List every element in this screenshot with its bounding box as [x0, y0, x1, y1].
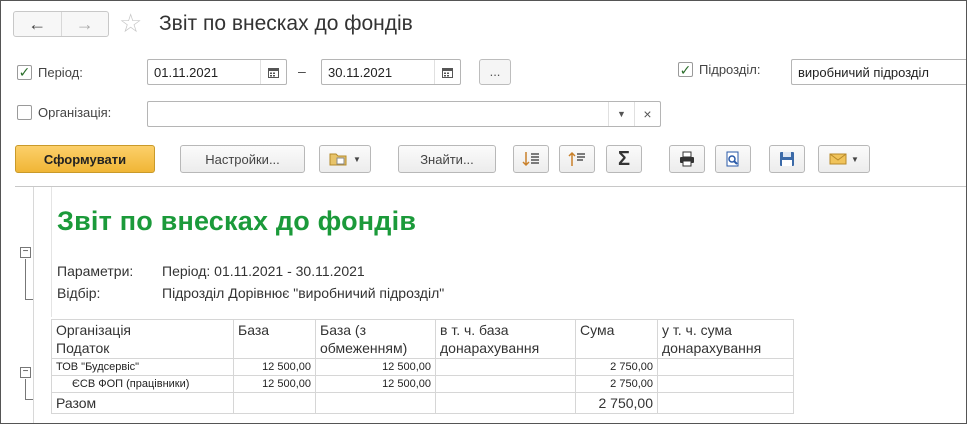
print-button[interactable] [669, 145, 705, 173]
group-bracket-end [25, 299, 33, 300]
params-label: Параметри: [57, 263, 134, 279]
col-organization: Організація Податок [51, 319, 234, 359]
period-from-field[interactable]: 01.11.2021 [147, 59, 287, 85]
favorite-star-icon[interactable]: ☆ [119, 9, 142, 37]
report-grid-line [51, 187, 52, 317]
preview-button[interactable] [715, 145, 751, 173]
filter-value: Підрозділ Дорівнює "виробничий підрозділ… [162, 285, 445, 301]
table-header-row: Організація Податок База База (з обмеження… [51, 319, 794, 359]
row-sum-extra [657, 358, 794, 376]
period-filter: ✓ Період: [17, 59, 83, 85]
col-base-extra: в т. ч. база донарахування [435, 319, 576, 359]
collapse-row-toggle[interactable]: − [20, 367, 31, 378]
row-sum: 2 750,00 [575, 358, 658, 376]
table-row[interactable]: ЄСВ ФОП (працівники) 12 500,00 12 500,00… [51, 375, 794, 393]
chevron-down-icon: ▼ [851, 154, 859, 164]
row-bracket-line [25, 379, 26, 399]
find-button[interactable]: Знайти... [398, 145, 496, 173]
calendar-icon[interactable] [260, 60, 286, 84]
sort-ascending-icon [568, 151, 586, 167]
settings-button[interactable]: Настройки... [180, 145, 305, 173]
printer-icon [679, 151, 695, 167]
back-button[interactable]: ← [14, 12, 61, 36]
row-base-extra [435, 375, 576, 393]
row-base: 12 500,00 [233, 358, 316, 376]
collapse-group-toggle[interactable]: − [20, 247, 31, 258]
total-base-limited [315, 392, 436, 414]
nav-group: ← → [13, 11, 109, 37]
row-sum: 2 750,00 [575, 375, 658, 393]
floppy-disk-icon [779, 151, 795, 167]
report-table: Організація Податок База База (з обмеження… [51, 319, 794, 414]
row-bracket-end [25, 399, 33, 400]
envelope-icon [829, 152, 847, 166]
folder-icon [329, 151, 349, 167]
total-base [233, 392, 316, 414]
group-bracket-line [25, 259, 26, 299]
variants-button[interactable]: ▼ [319, 145, 371, 173]
period-label: Період: [38, 64, 83, 80]
total-sum: 2 750,00 [575, 392, 658, 414]
organization-checkbox[interactable] [17, 105, 32, 120]
arrow-left-icon: ← [28, 13, 47, 34]
period-to-field[interactable]: 30.11.2021 [321, 59, 461, 85]
col-sum-extra: у т. ч. сума донарахування [657, 319, 794, 359]
sigma-icon: Σ [617, 147, 630, 170]
report-title: Звіт по внесках до фондів [57, 206, 417, 236]
select-period-button[interactable]: ... [479, 59, 511, 85]
page-title: Звіт по внесках до фондів [159, 12, 413, 35]
arrow-right-icon: → [75, 13, 94, 34]
filter-label: Відбір: [57, 285, 101, 301]
sort-ascending-button[interactable] [559, 145, 595, 173]
total-base-extra [435, 392, 576, 414]
forward-button[interactable]: → [60, 12, 109, 36]
row-base-extra [435, 358, 576, 376]
total-label: Разом [51, 392, 234, 414]
row-base-limited: 12 500,00 [315, 358, 436, 376]
calendar-icon[interactable] [434, 60, 460, 84]
params-value: Період: 01.11.2021 - 30.11.2021 [162, 263, 365, 279]
organization-label: Організація: [38, 105, 112, 120]
clear-icon[interactable]: × [634, 102, 660, 126]
row-base-limited: 12 500,00 [315, 375, 436, 393]
sort-descending-button[interactable] [513, 145, 549, 173]
total-sum-extra [657, 392, 794, 414]
col-base-limited: База (з обмеженням) [315, 319, 436, 359]
send-email-button[interactable]: ▼ [818, 145, 870, 173]
col-base: База [233, 319, 316, 359]
sort-descending-icon [522, 151, 540, 167]
print-preview-icon [725, 151, 741, 167]
generate-button[interactable]: Сформувати [15, 145, 155, 173]
row-base: 12 500,00 [233, 375, 316, 393]
period-checkbox[interactable]: ✓ [17, 64, 32, 80]
subdivision-value: виробничий підрозділ [798, 64, 929, 80]
period-to-value: 30.11.2021 [328, 64, 393, 80]
table-row[interactable]: ТОВ "Будсервіс" 12 500,00 12 500,00 2 75… [51, 358, 794, 376]
row-name: ТОВ "Будсервіс" [51, 358, 234, 376]
organization-field[interactable]: ▼ × [147, 101, 661, 127]
subdivision-field[interactable]: виробничий підрозділ [791, 59, 966, 85]
report-left-divider [33, 187, 34, 423]
dropdown-arrow-icon[interactable]: ▼ [608, 102, 634, 126]
subdivision-label: Підрозділ: [699, 62, 761, 77]
period-dash: – [298, 63, 306, 79]
save-button[interactable] [769, 145, 805, 173]
table-total-row[interactable]: Разом 2 750,00 [51, 392, 794, 414]
subdivision-filter: ✓ Підрозділ: [678, 62, 760, 77]
period-from-value: 01.11.2021 [154, 64, 219, 80]
organization-filter: Організація: [17, 105, 111, 120]
row-name: ЄСВ ФОП (працівники) [51, 375, 234, 393]
row-sum-extra [657, 375, 794, 393]
col-sum: Сума [575, 319, 658, 359]
report-window: ← → ☆ Звіт по внесках до фондів ✓ Період… [0, 0, 967, 424]
subdivision-checkbox[interactable]: ✓ [678, 62, 693, 77]
chevron-down-icon: ▼ [353, 154, 361, 164]
sum-button[interactable]: Σ [606, 145, 642, 173]
